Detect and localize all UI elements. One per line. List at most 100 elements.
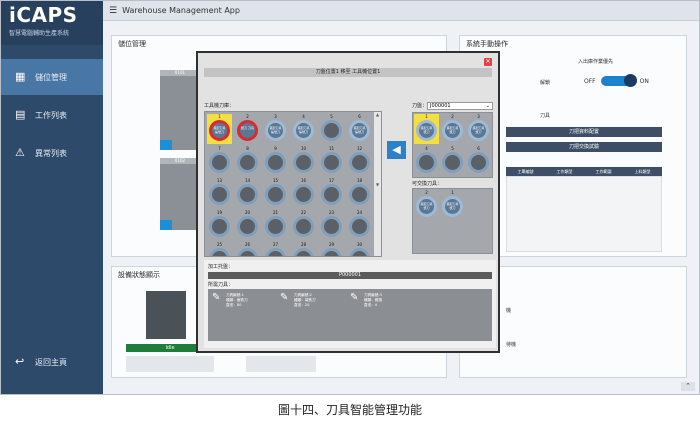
tool-pocket xyxy=(209,216,230,237)
slot-number: 28 xyxy=(300,242,307,247)
tool-pocket xyxy=(209,152,230,173)
priority-label: 入出庫作業優先 xyxy=(578,59,614,65)
tool-pocket xyxy=(321,248,342,256)
tool-slot[interactable]: 11 xyxy=(319,146,344,176)
tool-slot[interactable]: 29 xyxy=(319,242,344,256)
tool-card[interactable]: ✎ 刀具編號:3 種類：鑽頭 直徑：4 xyxy=(350,293,416,315)
tool-slot[interactable]: 2 搭配刀具 銑刀 xyxy=(440,114,465,144)
tool-slot[interactable]: 13 xyxy=(207,178,232,208)
tool-slot[interactable]: 27 xyxy=(263,242,288,256)
tool-slot[interactable]: 23 xyxy=(319,210,344,240)
tool-pocket xyxy=(349,216,370,237)
location-indicator xyxy=(160,140,172,150)
tool-slot[interactable]: 24 xyxy=(347,210,372,240)
slot-number: 26 xyxy=(244,242,251,247)
tool-slot[interactable]: 17 xyxy=(319,178,344,208)
priority-toggle[interactable] xyxy=(600,74,637,87)
slot-number: 7 xyxy=(218,146,221,151)
tool-slot[interactable]: 7 xyxy=(207,146,232,176)
menu-icon[interactable]: ☰ xyxy=(109,6,117,16)
slot-number: 9 xyxy=(274,146,277,151)
tool-slot[interactable]: 30 xyxy=(347,242,372,256)
tool-slot[interactable]: 3 搭配刀具 編號刀 xyxy=(263,114,288,144)
tool-text: 搭配刀具 銑刀 xyxy=(446,202,459,210)
tool-swap-test-button[interactable]: 刀把交換試驗 xyxy=(506,142,662,152)
slot-number: 24 xyxy=(356,210,363,215)
tool-slot[interactable]: 1 搭配刀具 編號刀 xyxy=(207,114,232,144)
tool-slot[interactable]: 26 xyxy=(235,242,260,256)
tool-pocket xyxy=(209,248,230,256)
grid-scrollbar[interactable]: ▲ ▼ xyxy=(374,112,381,256)
alert-person-icon: ⚠ xyxy=(15,146,25,159)
magazine-label: 刀盤： xyxy=(412,103,428,109)
tool-line: 直徑：80 xyxy=(226,303,242,307)
slot-number: 14 xyxy=(244,178,251,183)
tool-pocket xyxy=(237,216,258,237)
storage-location-0102[interactable]: 0102 xyxy=(160,158,200,230)
transfer-arrow-button[interactable]: ◀ xyxy=(387,141,406,159)
tool-config-button[interactable]: 刀把資料配置 xyxy=(506,127,662,137)
tool-pocket xyxy=(293,248,314,256)
tool-slot[interactable]: 5 xyxy=(440,146,465,176)
tool-pocket xyxy=(265,184,286,205)
slot-number: 3 xyxy=(477,114,480,119)
tool-slot[interactable]: 21 xyxy=(263,210,288,240)
swap-label: 可交換刀具： xyxy=(412,181,443,187)
magazine-select[interactable]: J000001 ⌄ xyxy=(427,102,493,110)
back-home-button[interactable]: ↩ 返回主頁 xyxy=(1,344,103,380)
tool-slot[interactable]: 1 搭配刀具 銑刀 xyxy=(440,190,465,220)
tool-slot[interactable]: 1 搭配刀具 銑刀 xyxy=(414,114,439,144)
brand: iCAPS 智慧電腦輔助生產系統 xyxy=(1,1,103,45)
tool-slot[interactable]: 14 xyxy=(235,178,260,208)
tool-slot[interactable]: 9 xyxy=(263,146,288,176)
scroll-up-button[interactable]: ⌃ xyxy=(681,382,695,391)
close-icon[interactable]: ✕ xyxy=(484,58,492,66)
dialog-title: 刀盤位置1 移至 工具機位置1 xyxy=(204,68,492,77)
tool-slot[interactable]: 16 xyxy=(291,178,316,208)
tool-slot[interactable]: 15 xyxy=(263,178,288,208)
slot-number: 17 xyxy=(328,178,335,183)
tool-pocket xyxy=(265,152,286,173)
pallet-label: 加工托盤： xyxy=(208,264,234,270)
tool-slot[interactable]: 20 xyxy=(235,210,260,240)
tool-slot[interactable]: 12 xyxy=(347,146,372,176)
tool-transfer-dialog: ✕ 刀盤位置1 移至 工具機位置1 工具機刀庫： 刀盤： J000001 ⌄ ▲… xyxy=(196,51,500,353)
release-label: 解鎖 xyxy=(540,80,551,86)
tool-pocket: 搭配刀具 編號刀 xyxy=(349,120,370,141)
tool-pocket xyxy=(237,152,258,173)
tool-slot[interactable]: 4 搭配刀具 編號刀 xyxy=(291,114,316,144)
tool-icon: ✎ xyxy=(212,292,221,303)
storage-location-0101[interactable]: 0101 xyxy=(160,70,200,150)
column-header: 上料類型 xyxy=(634,168,651,174)
slot-number: 13 xyxy=(216,178,223,183)
tool-slot[interactable]: 4 xyxy=(414,146,439,176)
tool-slot[interactable]: 19 xyxy=(207,210,232,240)
tool-text: 搭配刀具 編號刀 xyxy=(213,126,226,134)
tool-card[interactable]: ✎ 刀具編號:2 種類：端銑刀 直徑：20 xyxy=(280,293,346,315)
tool-text: 搭配刀具 銑刀 xyxy=(472,126,485,134)
tool-slot[interactable]: 5 xyxy=(319,114,344,144)
tool-slot[interactable]: 25 xyxy=(207,242,232,256)
sidebar-item-work-list[interactable]: ▤ 工作列表 xyxy=(1,97,103,133)
tool-slot[interactable]: 6 xyxy=(466,146,491,176)
tool-slot[interactable]: 28 xyxy=(291,242,316,256)
tool-slot[interactable]: 2 銑刀 刀具 xyxy=(235,114,260,144)
tool-pocket: 搭配刀具 編號刀 xyxy=(209,120,230,141)
tool-slot[interactable]: 6 搭配刀具 編號刀 xyxy=(347,114,372,144)
tool-slot[interactable]: 18 xyxy=(347,178,372,208)
slot-number: 20 xyxy=(244,210,251,215)
tool-slot[interactable]: 10 xyxy=(291,146,316,176)
tool-slot[interactable]: 3 搭配刀具 銑刀 xyxy=(466,114,491,144)
app-logo: iCAPS xyxy=(9,3,78,27)
location-indicator xyxy=(160,220,172,230)
tool-card[interactable]: ✎ 刀具編號:1 種類：面銑刀 直徑：80 xyxy=(212,293,278,315)
tool-slot[interactable]: 2 搭配刀具 銑刀 xyxy=(414,190,439,220)
tool-slot[interactable]: 22 xyxy=(291,210,316,240)
sidebar-item-storage[interactable]: ▦ 儲位管理 xyxy=(1,59,103,95)
tool-slot[interactable]: 8 xyxy=(235,146,260,176)
tool-pocket xyxy=(293,216,314,237)
sidebar-item-alerts[interactable]: ⚠ 異常列表 xyxy=(1,135,103,171)
slot-number: 25 xyxy=(216,242,223,247)
required-tools-box: ✎ 刀具編號:1 種類：面銑刀 直徑：80 ✎ 刀具編號:2 種類：端銑刀 直徑… xyxy=(208,289,492,341)
tool-pocket xyxy=(293,184,314,205)
